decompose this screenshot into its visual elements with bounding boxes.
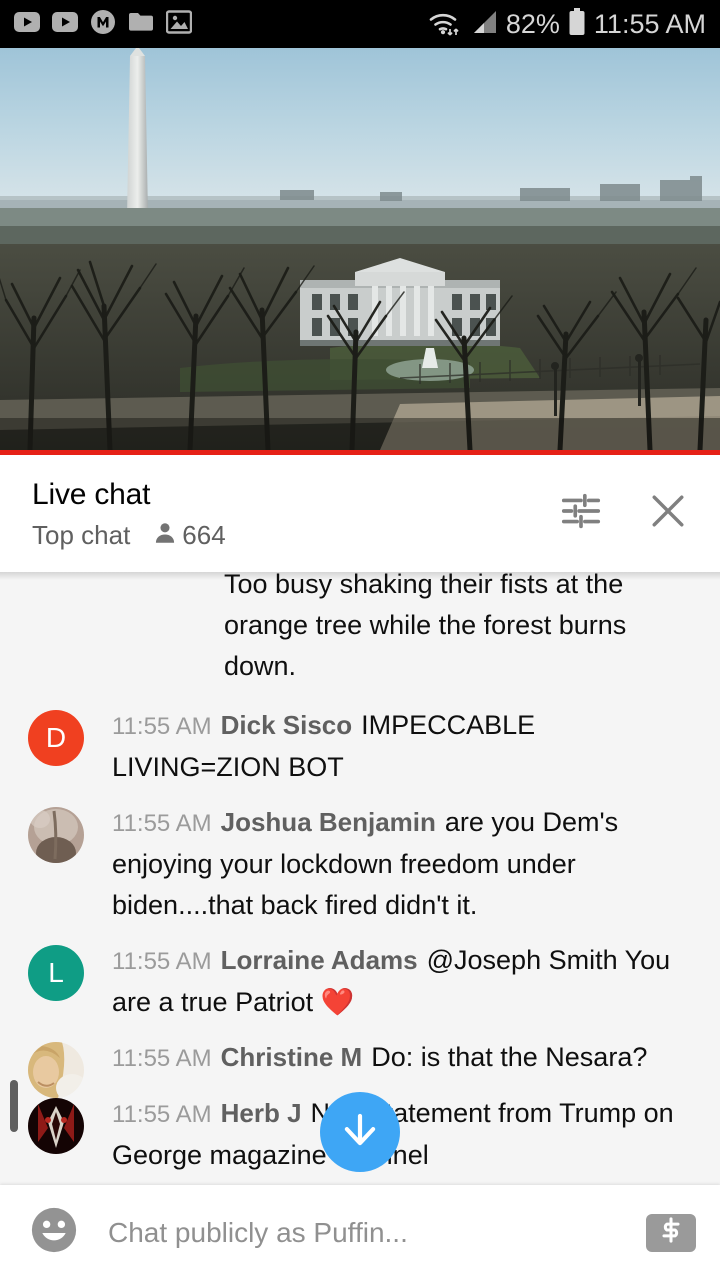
chat-message-text: Do: is that the Nesara?	[371, 1042, 648, 1072]
avatar[interactable]	[28, 807, 84, 863]
dollar-sign-icon	[657, 1216, 685, 1249]
emoji-smiley-icon[interactable]	[28, 1204, 80, 1261]
chat-message-body: 11:55 AM Christine M Do: is that the Nesar…	[0, 1037, 696, 1079]
message-timestamp: 11:55 AM	[112, 810, 212, 837]
live-chat-header: Live chat Top chat 664	[0, 455, 720, 572]
status-bar-notification-icons	[14, 9, 193, 40]
status-bar: 82% 11:55 AM	[0, 0, 720, 48]
super-chat-button[interactable]	[646, 1213, 696, 1252]
youtube-play-icon	[52, 11, 78, 37]
clock-label: 11:55 AM	[593, 8, 706, 39]
scroll-to-bottom-button[interactable]	[320, 1092, 400, 1172]
message-author[interactable]: Dick Sisco	[221, 710, 353, 740]
message-timestamp: 11:55 AM	[112, 1045, 212, 1072]
message-author[interactable]: Christine M	[221, 1042, 363, 1072]
live-chat-header-actions	[558, 488, 690, 539]
chat-input-bar	[0, 1185, 720, 1280]
circle-m-icon	[90, 9, 116, 40]
list-item[interactable]: Too busy shaking their fists at the oran…	[0, 572, 720, 687]
list-item[interactable]: 11:55 AM Joshua Benjamin are you Dem's enj…	[0, 802, 720, 926]
avatar[interactable]: L	[28, 945, 84, 1001]
live-chat-subheader: Top chat 664	[32, 519, 558, 551]
cell-signal-icon	[470, 9, 498, 40]
avatar[interactable]	[28, 1098, 84, 1154]
avatar[interactable]	[28, 1042, 84, 1098]
folder-icon	[128, 11, 154, 38]
live-chat-header-text: Live chat Top chat 664	[32, 476, 558, 551]
list-item[interactable]: D 11:55 AM Dick Sisco IMPECCABLE LIVING=ZI…	[0, 705, 720, 788]
avatar-letter: D	[45, 722, 67, 753]
battery-percent-label: 82%	[505, 8, 560, 39]
image-icon	[165, 9, 193, 39]
arrow-down-icon	[339, 1109, 381, 1156]
chat-message-body: 11:55 AM Joshua Benjamin are you Dem's enj…	[0, 802, 696, 926]
chat-input[interactable]	[108, 1204, 630, 1261]
video-frame	[0, 48, 720, 450]
message-author[interactable]: Herb J	[221, 1098, 302, 1128]
message-author[interactable]: Lorraine Adams	[221, 945, 418, 975]
message-author[interactable]: Joshua Benjamin	[221, 807, 436, 837]
list-item[interactable]: 11:55 AM Christine M Do: is that the Nesar…	[0, 1037, 720, 1098]
page-title: Live chat	[32, 478, 151, 511]
status-bar-system-icons: 82% 11:55 AM	[428, 7, 706, 41]
list-item[interactable]: L 11:55 AM Lorraine Adams @Joseph Smith Yo…	[0, 940, 720, 1023]
avatar-photo	[28, 1042, 84, 1098]
avatar-photo	[28, 1098, 84, 1154]
youtube-play-icon	[14, 11, 40, 37]
person-icon	[152, 520, 178, 551]
chat-message-text: Too busy shaking their fists at the oran…	[224, 572, 627, 681]
youtube-live-chat-screen: 82% 11:55 AM Live chat Top chat 664 Too …	[0, 0, 720, 1280]
avatar[interactable]: D	[28, 710, 84, 766]
message-timestamp: 11:55 AM	[112, 1101, 212, 1128]
video-player[interactable]	[0, 48, 720, 455]
close-icon[interactable]	[646, 489, 690, 538]
chat-mode-label[interactable]: Top chat	[32, 519, 130, 551]
tune-filter-icon[interactable]	[558, 488, 604, 539]
chat-message-body: 11:55 AM Dick Sisco IMPECCABLE LIVING=ZION…	[0, 705, 696, 788]
viewer-count-label: 664	[182, 520, 226, 550]
wifi-icon	[428, 8, 462, 41]
message-timestamp: 11:55 AM	[112, 713, 212, 740]
avatar-letter: L	[48, 957, 64, 988]
battery-icon	[568, 7, 586, 41]
chat-message-body: 11:55 AM Lorraine Adams @Joseph Smith You …	[0, 940, 696, 1023]
chat-scrollbar-thumb[interactable]	[10, 1080, 18, 1132]
message-timestamp: 11:55 AM	[112, 948, 212, 975]
avatar-photo	[28, 807, 84, 863]
